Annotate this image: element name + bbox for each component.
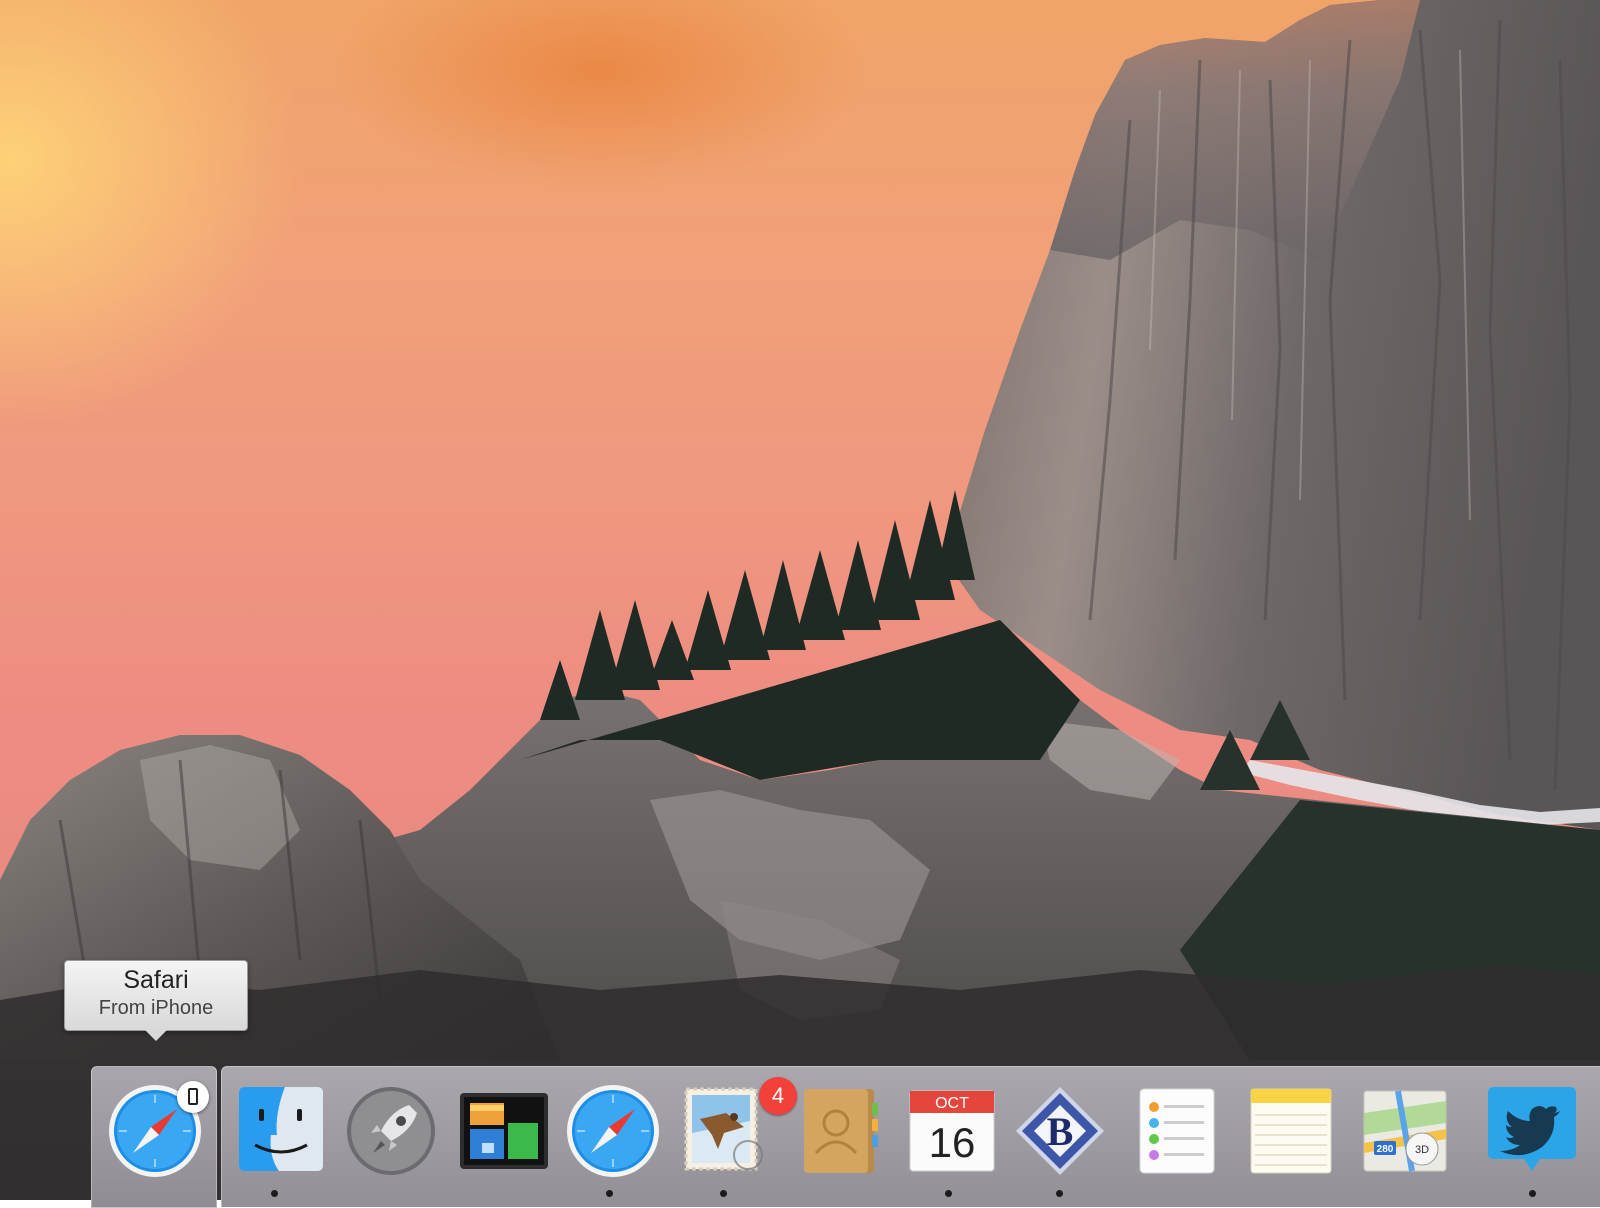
tooltip-title: Safari <box>123 966 189 994</box>
dock-item-notes[interactable] <box>1243 1083 1339 1179</box>
calendar-month: OCT <box>935 1095 969 1112</box>
reminders-list-icon <box>1139 1088 1215 1174</box>
running-indicator-twitter <box>1529 1190 1536 1197</box>
handoff-tooltip: Safari From iPhone <box>64 960 248 1041</box>
calendar-icon: OCT 16 <box>909 1090 995 1172</box>
dock-item-finder[interactable] <box>233 1083 329 1179</box>
mission-control-icon <box>460 1093 548 1169</box>
dock-item-twitter[interactable] <box>1484 1083 1580 1179</box>
twitter-bird-icon <box>1488 1087 1576 1171</box>
iphone-icon <box>188 1088 198 1105</box>
running-indicator-mail <box>720 1190 727 1197</box>
tooltip-arrow <box>145 1030 167 1041</box>
dock-item-maps[interactable]: 280 3D <box>1358 1083 1454 1179</box>
safari-compass-icon <box>567 1085 659 1177</box>
maps-road-label: 280 <box>1377 1144 1394 1155</box>
dock-item-contacts[interactable] <box>792 1083 888 1179</box>
maps-icon: 280 3D <box>1363 1090 1447 1172</box>
maps-3d-label: 3D <box>1415 1144 1429 1156</box>
dock-item-mission-control[interactable] <box>456 1083 552 1179</box>
finder-icon <box>239 1087 323 1171</box>
running-indicator-bbedit <box>1056 1190 1063 1197</box>
iphone-handoff-badge <box>177 1081 209 1113</box>
svg-text:B: B <box>1047 1109 1074 1154</box>
dock-item-launchpad[interactable] <box>343 1083 439 1179</box>
dock-item-bbedit[interactable]: B <box>1012 1083 1108 1179</box>
launchpad-rocket-icon <box>347 1087 435 1175</box>
tooltip-subtitle: From iPhone <box>98 997 214 1019</box>
calendar-day: 16 <box>929 1119 976 1166</box>
running-indicator-finder <box>271 1190 278 1197</box>
dock-item-reminders[interactable] <box>1130 1083 1226 1179</box>
running-indicator-safari <box>606 1190 613 1197</box>
dock-item-safari[interactable] <box>565 1083 661 1179</box>
notes-pad-icon <box>1250 1088 1332 1174</box>
dock-item-calendar[interactable]: OCT 16 <box>904 1083 1000 1179</box>
running-indicator-calendar <box>945 1190 952 1197</box>
bbedit-b-icon: B <box>1016 1087 1104 1175</box>
contacts-book-icon <box>804 1089 878 1173</box>
